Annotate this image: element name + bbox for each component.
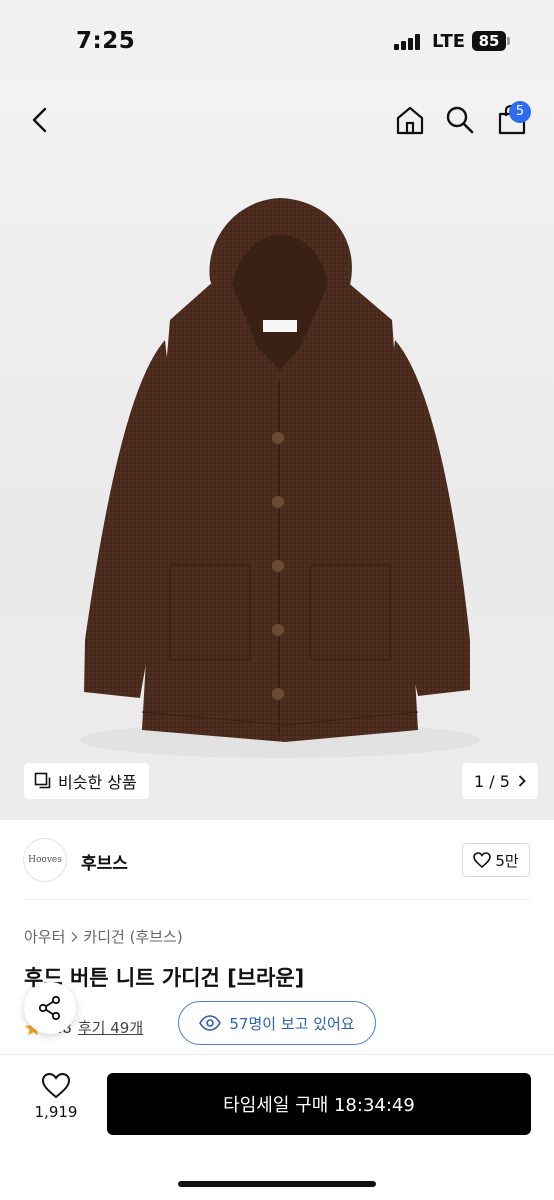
similar-products-label: 비슷한 상품 <box>58 773 137 792</box>
cellular-signal-icon <box>394 34 422 50</box>
chevron-left-icon <box>32 107 47 133</box>
brand-like-count: 5만 <box>495 851 519 870</box>
status-bar: 7:25 LTE 85 <box>0 0 554 80</box>
status-time: 7:25 <box>76 28 136 54</box>
share-icon <box>38 995 61 1021</box>
divider <box>24 899 530 900</box>
viewers-text: 57명이 보고 있어요 <box>229 1014 355 1033</box>
review-count-link[interactable]: 후기 49개 <box>78 1017 143 1038</box>
gallery-pager[interactable]: 1 / 5 <box>462 763 538 799</box>
chevron-right-icon <box>71 931 78 942</box>
eye-icon <box>199 1015 222 1031</box>
brand-name[interactable]: 후브스 <box>81 849 128 874</box>
wishlist-count: 1,919 <box>34 1103 78 1121</box>
heart-icon <box>473 852 492 868</box>
back-button[interactable] <box>22 102 58 138</box>
home-icon <box>396 106 424 135</box>
search-button[interactable] <box>442 102 478 138</box>
similar-products-button[interactable]: 비슷한 상품 <box>24 763 149 799</box>
chevron-right-icon <box>518 775 526 787</box>
home-button[interactable] <box>392 102 428 138</box>
network-type: LTE <box>432 31 466 52</box>
timesale-buy-button[interactable]: 타임세일 구매 18:34:49 <box>107 1073 531 1135</box>
cardigan-image <box>80 198 480 758</box>
brand-logo[interactable]: Hooves <box>23 838 67 882</box>
breadcrumb-category[interactable]: 아우터 <box>24 926 65 947</box>
breadcrumb: 아우터 카디건 (후브스) <box>24 926 183 947</box>
heart-icon <box>41 1072 71 1099</box>
share-button[interactable] <box>24 982 76 1034</box>
battery-nub <box>507 37 510 45</box>
product-image-gallery[interactable] <box>0 80 554 820</box>
battery-icon: 85 <box>472 31 506 51</box>
viewers-badge: 57명이 보고 있어요 <box>178 1001 376 1045</box>
cart-count-badge: 5 <box>509 101 531 123</box>
search-icon <box>446 106 474 134</box>
home-indicator <box>178 1181 376 1187</box>
copy-icon <box>34 772 51 789</box>
wishlist-button[interactable]: 1,919 <box>28 1072 84 1132</box>
brand-like-button[interactable]: 5만 <box>462 843 530 877</box>
gallery-pager-text: 1 / 5 <box>474 771 510 791</box>
breadcrumb-subcategory[interactable]: 카디건 (후브스) <box>83 926 182 947</box>
